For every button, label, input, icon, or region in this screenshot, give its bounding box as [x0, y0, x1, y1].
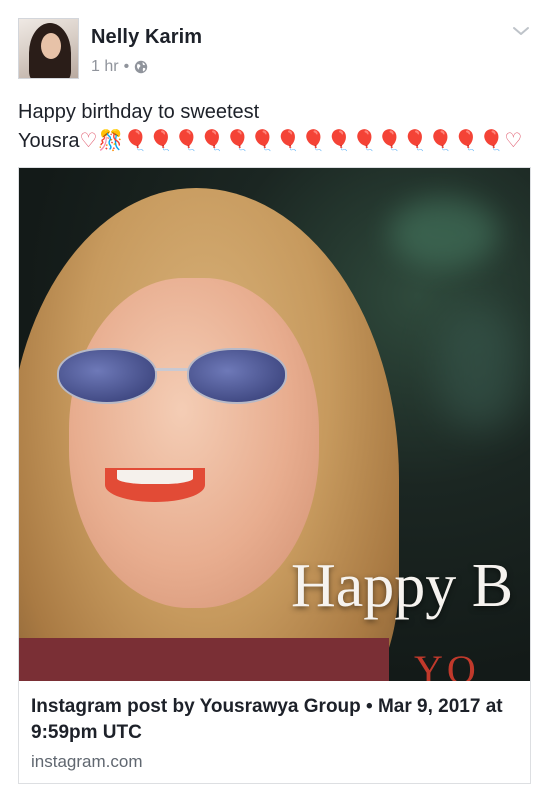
photo-teeth: [117, 470, 193, 484]
link-domain: instagram.com: [31, 752, 143, 771]
link-preview-info[interactable]: Instagram post by Yousrawya Group • Mar …: [31, 694, 521, 772]
photo-shirt: [19, 638, 389, 681]
post-text-name: Yousra: [18, 130, 80, 152]
post-text-line1: Happy birthday to sweetest: [18, 101, 260, 123]
image-overlay-sub: YO: [414, 647, 480, 681]
photo-glasses-bridge: [155, 368, 189, 371]
post-text: Happy birthday to sweetest Yousra♡🎊🎈🎈🎈🎈🎈…: [18, 98, 522, 156]
photo-sunglasses: [57, 348, 297, 418]
link-preview-image[interactable]: Happy B YO: [19, 168, 530, 681]
photo-lens-right: [187, 348, 287, 404]
link-title[interactable]: Instagram post by Yousrawya Group • Mar …: [31, 694, 521, 746]
chevron-down-icon[interactable]: [510, 20, 532, 42]
photo-lens-left: [57, 348, 157, 404]
photo-face: [69, 278, 319, 608]
meta-separator: •: [123, 58, 130, 75]
post-time[interactable]: 1 hr: [91, 58, 119, 76]
background-bokeh: [389, 198, 499, 268]
avatar-face: [41, 33, 61, 59]
author-name[interactable]: Nelly Karim: [91, 26, 202, 49]
post-card: Nelly Karim 1 hr • Happy birthday to swe…: [0, 0, 550, 800]
avatar[interactable]: [18, 18, 79, 79]
link-preview-card[interactable]: Happy B YO Instagram post by Yousrawya G…: [18, 167, 531, 784]
post-text-emojis: ♡🎊🎈🎈🎈🎈🎈🎈🎈🎈🎈🎈🎈🎈🎈🎈🎈♡: [79, 130, 523, 152]
post-meta: 1 hr •: [91, 58, 148, 76]
background-bokeh: [439, 308, 519, 428]
post-header: Nelly Karim 1 hr •: [18, 18, 532, 82]
post-text-line2: Yousra♡🎊🎈🎈🎈🎈🎈🎈🎈🎈🎈🎈🎈🎈🎈🎈🎈♡: [18, 127, 522, 156]
image-overlay-text: Happy B: [291, 552, 514, 620]
globe-icon: [134, 60, 148, 74]
